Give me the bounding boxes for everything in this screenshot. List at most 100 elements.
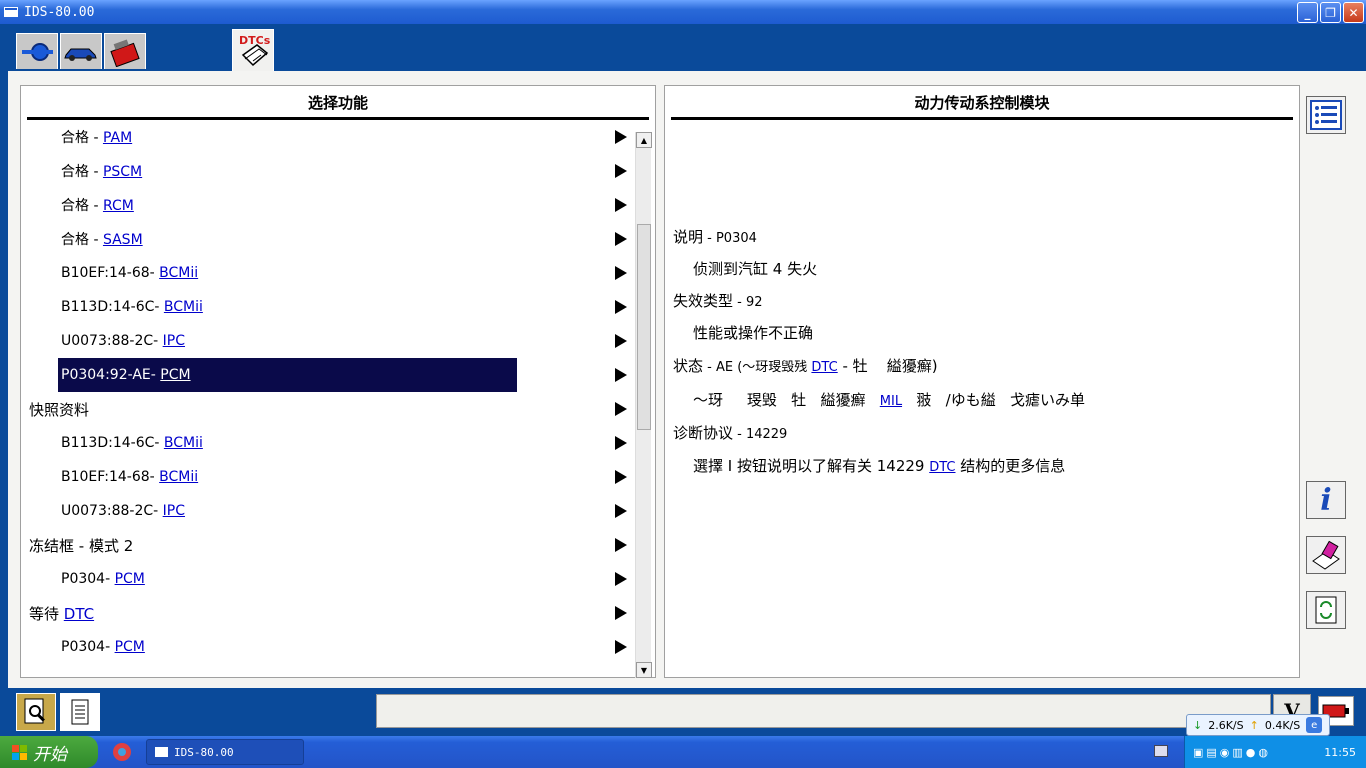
list-item[interactable]: P0304- PCM xyxy=(21,562,633,596)
list-item[interactable]: 快照资料 xyxy=(21,392,633,426)
list-item-prefix: U0073:88-2C- xyxy=(61,333,163,349)
list-item[interactable]: B10EF:14-68- BCMii xyxy=(21,460,633,494)
list-item-label: 合格 - PAM xyxy=(21,127,132,147)
module-link[interactable]: IPC xyxy=(163,333,185,349)
expand-arrow-icon[interactable] xyxy=(615,640,627,654)
list-item[interactable]: U0073:88-2C- IPC xyxy=(21,324,633,358)
expand-arrow-icon[interactable] xyxy=(615,232,627,246)
module-link[interactable]: DTC xyxy=(64,605,94,623)
minimize-button[interactable]: _ xyxy=(1297,2,1318,23)
expand-arrow-icon[interactable] xyxy=(615,130,627,144)
scroll-down-button[interactable]: ▼ xyxy=(636,662,652,678)
restore-button[interactable]: ❐ xyxy=(1320,2,1341,23)
list-item[interactable]: B10EF:14-68- BCMii xyxy=(21,256,633,290)
list-item[interactable]: 合格 - RCM xyxy=(21,188,633,222)
quicklaunch-app-icon[interactable] xyxy=(108,740,136,764)
protocol-info-line: 選擇 I 按钮说明以了解有关 14229 DTC 结构的更多信息 xyxy=(693,455,1065,476)
module-link[interactable]: PCM xyxy=(115,571,145,587)
scroll-thumb[interactable] xyxy=(637,224,651,430)
status-dtc-link[interactable]: DTC xyxy=(811,360,837,375)
list-item[interactable]: 合格 - SASM xyxy=(21,222,633,256)
list-item[interactable]: B113D:14-6C- BCMii xyxy=(21,290,633,324)
list-item-prefix: P0304- xyxy=(61,639,115,655)
expand-arrow-icon[interactable] xyxy=(615,606,627,620)
list-item-prefix: B113D:14-6C- xyxy=(61,299,164,315)
tab-vehicle[interactable] xyxy=(60,33,102,69)
list-item[interactable]: B113D:14-6C- BCMii xyxy=(21,426,633,460)
module-link[interactable]: BCMii xyxy=(164,435,203,451)
list-item[interactable]: 合格 - PSCM xyxy=(21,154,633,188)
list-item[interactable]: P0304:92-AE- PCM xyxy=(21,358,633,392)
protocol-dtc-link[interactable]: DTC xyxy=(929,460,955,475)
protocol-label: 诊断协议 xyxy=(673,424,734,442)
status-field xyxy=(376,694,1271,728)
list-item-label: P0304- PCM xyxy=(21,571,145,587)
keyboard-icon[interactable] xyxy=(1154,745,1168,757)
protocol-line: 诊断协议 - 14229 xyxy=(673,422,787,443)
failure-type-text: 性能或操作不正确 xyxy=(693,324,814,342)
clock[interactable]: 11:55 xyxy=(1324,746,1356,759)
tab-search-log[interactable] xyxy=(16,693,56,731)
list-item-label: B10EF:14-68- BCMii xyxy=(21,469,198,485)
module-link[interactable]: PAM xyxy=(103,130,132,146)
description-line: 说明 - P0304 xyxy=(673,226,757,247)
dtc-label: DTCs xyxy=(239,34,271,47)
tab-dtcs[interactable]: DTCs xyxy=(232,29,274,71)
module-link[interactable]: PCM xyxy=(115,639,145,655)
window-title: IDS-80.00 xyxy=(24,4,95,20)
upload-rate: 0.4K/S xyxy=(1264,718,1301,732)
start-button[interactable]: 开始 xyxy=(0,736,98,768)
protocol-code: - 14229 xyxy=(733,427,788,442)
app-icon xyxy=(4,7,18,17)
module-link[interactable]: IPC xyxy=(163,503,185,519)
scroll-up-button[interactable]: ▲ xyxy=(636,132,652,148)
left-scrollbar[interactable]: ▲ ▼ xyxy=(635,132,652,678)
expand-arrow-icon[interactable] xyxy=(615,470,627,484)
expand-arrow-icon[interactable] xyxy=(615,436,627,450)
toolbar: DTCs xyxy=(0,24,1366,71)
module-link[interactable]: RCM xyxy=(103,198,134,214)
module-link[interactable]: BCMii xyxy=(159,265,198,281)
upload-arrow-icon: ↑ xyxy=(1249,718,1259,732)
expand-arrow-icon[interactable] xyxy=(615,402,627,416)
expand-arrow-icon[interactable] xyxy=(615,164,627,178)
expand-arrow-icon[interactable] xyxy=(615,266,627,280)
expand-arrow-icon[interactable] xyxy=(615,368,627,382)
module-link[interactable]: BCMii xyxy=(164,299,203,315)
expand-arrow-icon[interactable] xyxy=(615,334,627,348)
expand-arrow-icon[interactable] xyxy=(615,538,627,552)
tray-icons[interactable]: ▣▤◉▥●◍ xyxy=(1193,746,1271,759)
expand-arrow-icon[interactable] xyxy=(615,504,627,518)
module-link[interactable]: PCM xyxy=(160,367,190,383)
list-item[interactable]: P0304- PCM xyxy=(21,630,633,664)
taskbar-window-ids[interactable]: IDS-80.00 xyxy=(146,739,304,765)
module-link[interactable]: SASM xyxy=(103,232,143,248)
expand-arrow-icon[interactable] xyxy=(615,198,627,212)
tab-notes[interactable] xyxy=(60,693,100,731)
download-arrow-icon: ↓ xyxy=(1193,718,1203,732)
refresh-document-button[interactable] xyxy=(1306,591,1346,629)
module-link[interactable]: BCMii xyxy=(159,469,198,485)
protocol-info-prefix: 選擇 I 按钮说明以了解有关 14229 xyxy=(693,457,930,475)
connector-icon xyxy=(22,42,53,61)
list-item-label: 快照资料 xyxy=(21,399,89,420)
module-link[interactable]: PSCM xyxy=(103,164,142,180)
list-item[interactable]: 冻结框 - 模式 2 xyxy=(21,528,633,562)
status-detail-suffix: 翄 /ゆも縊 戈瘧いみ单 xyxy=(902,391,1086,409)
description-text: 侦测到汽缸 4 失火 xyxy=(693,260,818,278)
list-item-prefix: 等待 xyxy=(29,604,64,623)
browser-icon[interactable]: e xyxy=(1306,717,1323,733)
expand-arrow-icon[interactable] xyxy=(615,572,627,586)
info-button[interactable]: i xyxy=(1306,481,1346,519)
tab-connect[interactable] xyxy=(16,33,58,69)
list-item[interactable]: 等待 DTC xyxy=(21,596,633,630)
list-view-button[interactable] xyxy=(1306,96,1346,134)
close-button[interactable]: ✕ xyxy=(1343,2,1364,23)
tab-toolbox[interactable] xyxy=(104,33,146,69)
toolbox-icon xyxy=(110,38,140,67)
expand-arrow-icon[interactable] xyxy=(615,300,627,314)
print-dtc-button[interactable] xyxy=(1306,536,1346,574)
mil-link[interactable]: MIL xyxy=(880,394,902,409)
list-item[interactable]: 合格 - PAM xyxy=(21,126,633,154)
list-item[interactable]: U0073:88-2C- IPC xyxy=(21,494,633,528)
